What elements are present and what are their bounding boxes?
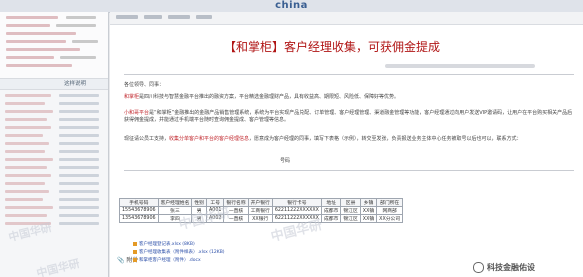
table-cell: XX镇: [359, 214, 378, 223]
table-cell: 锦江区: [340, 206, 361, 215]
message-panel: 【和掌柜】客户经理收集，可获佣金提成 各位领导、同事： 和掌柜是四川科技与智慧金…: [110, 12, 583, 277]
message-toolbar: [110, 12, 583, 25]
attachment-item[interactable]: 客户经理收集表（附件样表）.xlsx (12KB): [133, 249, 225, 255]
message-title: 【和掌柜】客户经理收集，可获佣金提成: [223, 40, 440, 54]
table-header: 银行卡号: [271, 198, 322, 207]
table-row: 15543678906 张三 男 A001 一直核 工商银行 62211222X…: [119, 206, 404, 215]
sidebar-header-panel: [0, 12, 108, 79]
attachment-item[interactable]: 客户经理登记表.xlsx (8KB): [133, 241, 195, 247]
table-cell: 网商部: [376, 206, 404, 215]
toolbar-item[interactable]: [116, 15, 138, 19]
file-icon: [133, 241, 137, 246]
paragraph-3: 现征请公员工支持，收集分单客户和平台的客户经理信息，愿意成为客户经理的同事，填写…: [124, 136, 574, 143]
paperclip-icon: 📎: [117, 257, 125, 264]
signature: 号码: [280, 158, 291, 164]
wechat-icon: [473, 262, 484, 273]
message-meta: [385, 64, 535, 70]
table-cell: XX银行: [247, 214, 273, 223]
table-header: 客户经理姓名: [157, 198, 193, 207]
file-icon: [133, 257, 137, 262]
greeting: 各位领导、同事：: [124, 82, 165, 88]
paragraph-3-suffix: ，愿意成为客户经理的同事，填写下表格（示例），转交至发张，负责报送业务主体中心: [249, 136, 442, 142]
table-header: 部门所在: [376, 198, 404, 207]
sidebar-watermark-2: 中国华研: [35, 256, 82, 277]
paragraph-3-prefix: 现征请公员工支持，: [124, 136, 170, 142]
table-cell: 工商银行: [247, 206, 273, 215]
toolbar-item[interactable]: [168, 15, 190, 19]
table-header: 区县: [340, 198, 361, 207]
divider: [124, 170, 574, 171]
platform-highlight: 小和哥平台: [124, 110, 150, 116]
table-cell: 成都市: [320, 206, 342, 215]
table-header: 性别: [191, 198, 207, 207]
table-header-row: 手机号码 客户经理姓名 性别 工号 银行名称 开户银行 银行卡号 地址 区县 乡…: [119, 198, 404, 207]
brand-highlight: 和掌柜: [124, 94, 140, 100]
divider: [124, 74, 574, 75]
attachment-item[interactable]: 和掌柜客户经理（附件）.docx: [133, 257, 201, 263]
brand-logo-text: china: [275, 0, 308, 11]
table-cell: 成都市: [320, 214, 342, 223]
table-cell: XX分公司: [376, 214, 404, 223]
table-header: 手机号码: [119, 198, 159, 207]
paragraph-2-text: 是“和掌柜”金融推出的金融产品销售管理系统，系统为平台实现产品兑配、订单管理、客…: [124, 110, 573, 123]
table-header: 开户银行: [247, 198, 273, 207]
collect-link[interactable]: 收集分单客户和平台的客户经理信息: [169, 136, 249, 142]
table-cell: 锦江区: [340, 214, 361, 223]
sidebar-message-list[interactable]: [0, 90, 108, 240]
table-cell: 62211222XXXXXX: [271, 206, 322, 215]
table-header: 地址: [320, 198, 342, 207]
mail-sidebar: 这样说明 中国华研 中国华研: [0, 12, 109, 277]
source-badge: 科技金融佑设: [470, 262, 538, 273]
toolbar-item[interactable]: [196, 15, 212, 19]
sidebar-section-label: 这样说明: [0, 79, 108, 90]
toolbar-item[interactable]: [144, 15, 162, 19]
paragraph-1-text: 是四川科技与智慧金融平台推出的融资方案，平台精选金融理财产品，具有收益高、期限短…: [139, 94, 400, 100]
table-cell: XX镇: [359, 206, 378, 215]
table-header: 乡镇: [359, 198, 378, 207]
table-row: 13543678906 李四 男 A002 一直核 XX银行 62211222X…: [119, 214, 404, 223]
paragraph-2: 小和哥平台是“和掌柜”金融推出的金融产品销售管理系统，系统为平台实现产品兑配、订…: [124, 110, 574, 124]
table-cell: 13543678906: [119, 214, 159, 223]
file-icon: [133, 249, 137, 254]
table-cell: 15543678906: [119, 206, 159, 215]
paragraph-1: 和掌柜是四川科技与智慧金融平台推出的融资方案，平台精选金融理财产品，具有收益高、…: [124, 94, 574, 101]
info-table: 手机号码 客户经理姓名 性别 工号 银行名称 开户银行 银行卡号 地址 区县 乡…: [119, 198, 404, 223]
paragraph-3-tail: 任务被取号以后也可以，联系方式：: [441, 136, 522, 142]
